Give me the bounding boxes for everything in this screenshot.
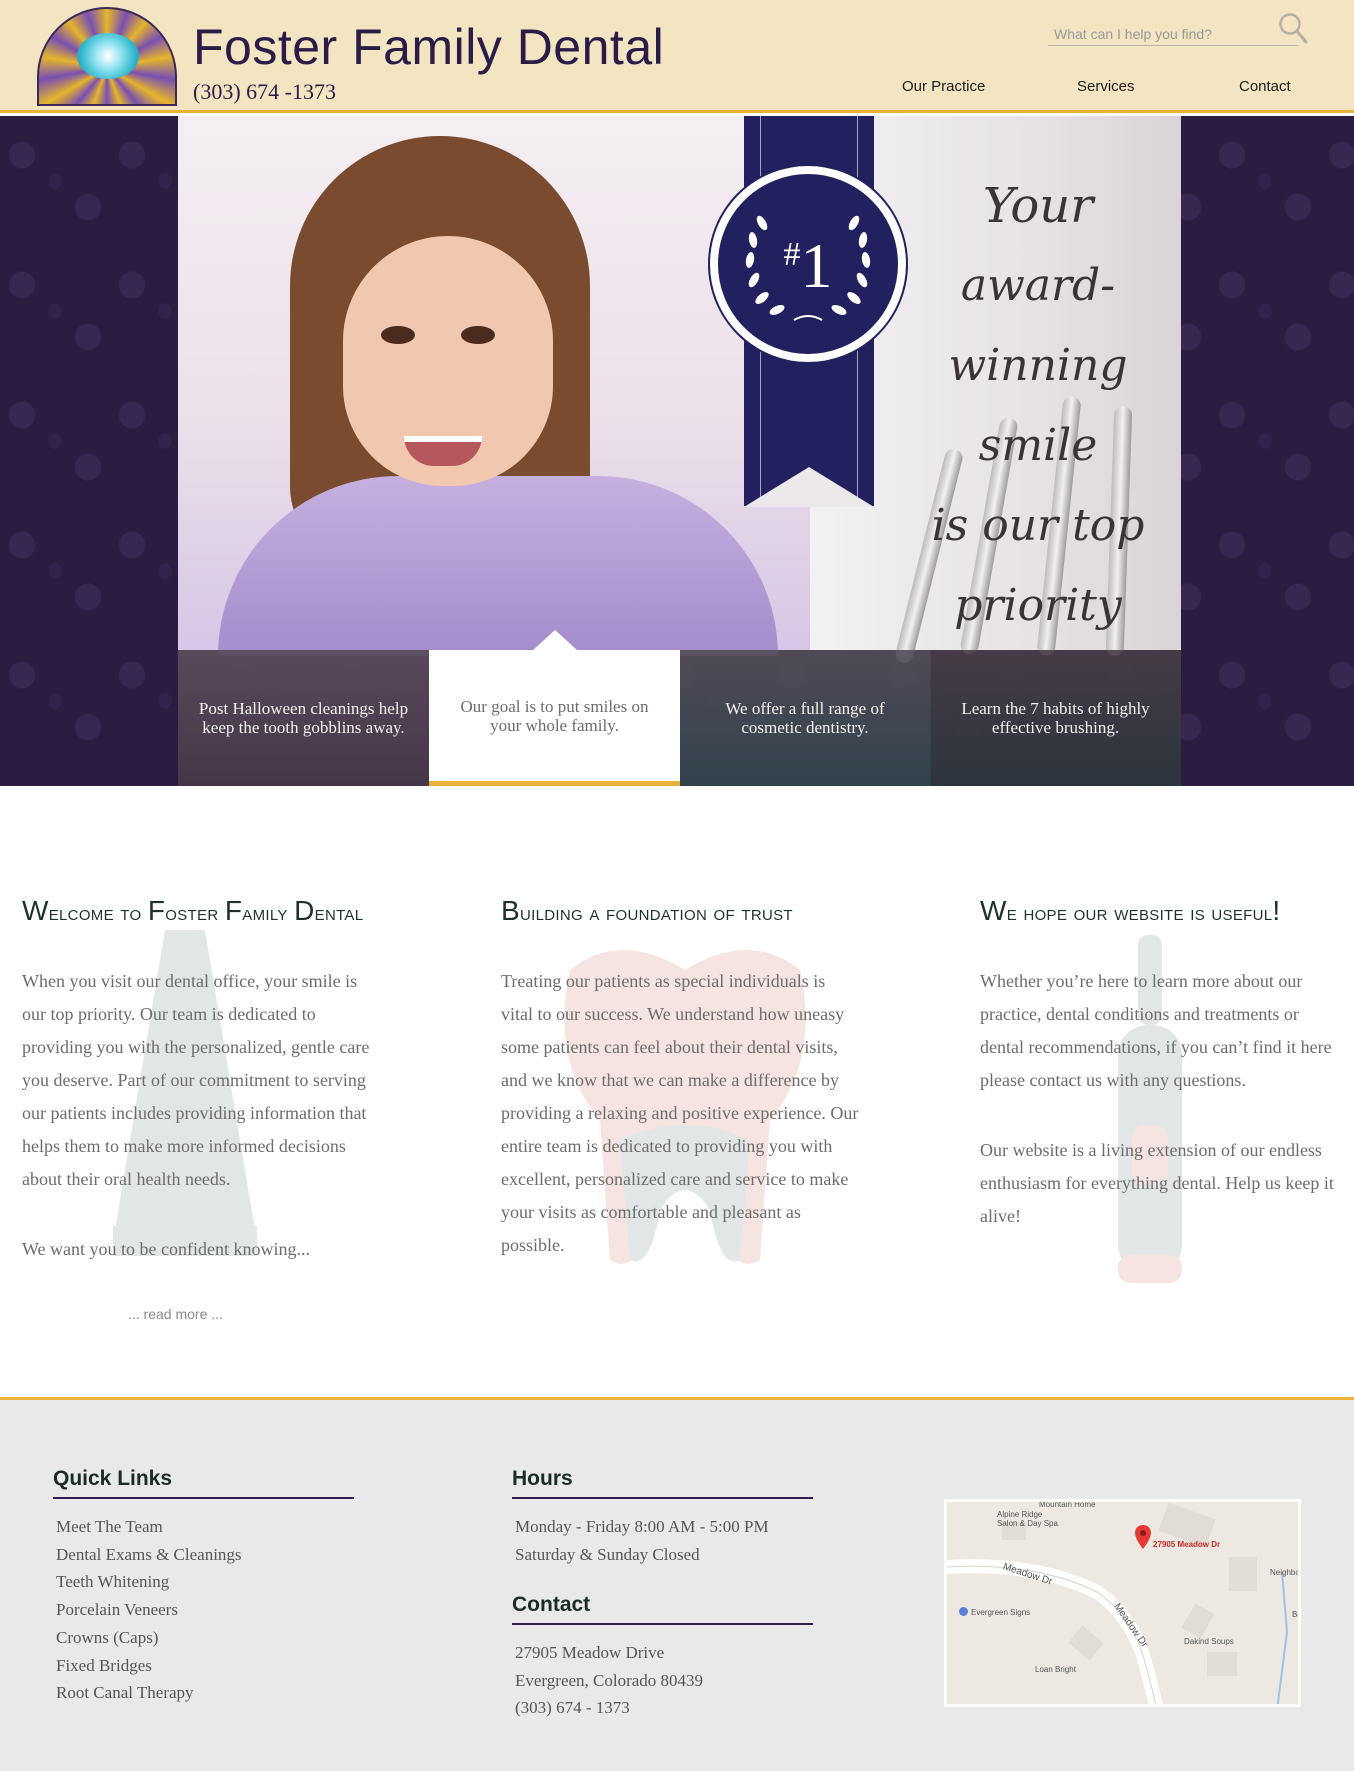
map-label: Dakind Soups [1184, 1637, 1234, 1646]
tagline-line: priority [954, 580, 1122, 631]
slider-tab-halloween[interactable]: Post Halloween cleanings help keep the t… [178, 650, 429, 786]
award-number: #1 [783, 230, 833, 301]
quick-link-meet-team[interactable]: Meet The Team [56, 1517, 163, 1536]
quick-link-crowns[interactable]: Crowns (Caps) [56, 1628, 158, 1647]
hours-weekday: Monday - Friday 8:00 AM - 5:00 PM [515, 1517, 769, 1536]
search-icon[interactable] [1278, 12, 1308, 46]
map-label: Evergreen Signs [959, 1607, 1030, 1617]
tagline-line: award-winning [948, 260, 1128, 391]
right-eye [461, 326, 495, 344]
trust-paragraph: Treating our patients as special individ… [501, 971, 859, 1255]
read-more-link[interactable]: ... read more ... [128, 1306, 223, 1322]
search-bar [1048, 18, 1298, 46]
slider-tabs: Post Halloween cleanings help keep the t… [178, 630, 1181, 786]
hours-divider [512, 1497, 813, 1499]
hero-section: #1 Your award-winning smile is our top p… [0, 116, 1354, 786]
tagline-line: smile [978, 420, 1098, 471]
hours-heading: Hours [512, 1467, 573, 1490]
header-phone[interactable]: (303) 674 -1373 [193, 79, 336, 105]
logo[interactable] [37, 7, 177, 106]
hero-slider: #1 Your award-winning smile is our top p… [178, 116, 1181, 786]
map-label: Loan Bright [1035, 1665, 1076, 1674]
quick-links-heading: Quick Links [53, 1467, 173, 1490]
site-title[interactable]: Foster Family Dental [193, 18, 664, 76]
website-heading: We hope our website is useful! [980, 895, 1281, 926]
award-medal: #1 [710, 166, 906, 362]
hero-photo-girl [178, 116, 810, 656]
quick-link-porcelain-veneers[interactable]: Porcelain Veneers [56, 1600, 178, 1619]
site-header: Foster Family Dental (303) 674 -1373 Our… [0, 0, 1354, 113]
hours-weekend: Saturday & Sunday Closed [515, 1544, 700, 1564]
map-pin-icon [1135, 1525, 1151, 1549]
nav-contact[interactable]: Contact [1239, 78, 1291, 95]
slider-tab-brushing[interactable]: Learn the 7 habits of highly effective b… [930, 650, 1181, 786]
quick-link-root-canal[interactable]: Root Canal Therapy [56, 1683, 194, 1702]
quick-links-divider [53, 1497, 354, 1499]
map-label-address: 27905 Meadow Dr [1153, 1540, 1221, 1549]
map-label: Alpine Ridge [997, 1510, 1043, 1519]
search-input[interactable] [1054, 24, 1254, 44]
trust-heading: Building a foundation of trust [501, 895, 793, 926]
website-paragraph-1: Whether you’re here to learn more about … [980, 971, 1332, 1090]
hours-list: Monday - Friday 8:00 AM - 5:00 PM Saturd… [515, 1513, 769, 1568]
contact-divider [512, 1623, 813, 1625]
contact-heading: Contact [512, 1593, 591, 1616]
map-roads [947, 1502, 1289, 1704]
left-eye [381, 326, 415, 344]
map-label: Mountain Home [1039, 1500, 1096, 1509]
website-paragraph-2: Our website is a living extension of our… [980, 1140, 1334, 1226]
contact-list: 27905 Meadow Drive Evergreen, Colorado 8… [515, 1639, 703, 1722]
nav-services[interactable]: Services [1077, 78, 1135, 95]
map-label: Neighbo [1270, 1568, 1300, 1577]
quick-link-exams-cleanings[interactable]: Dental Exams & Cleanings [56, 1545, 242, 1564]
logo-sun-center [77, 33, 139, 79]
dental-bib [218, 476, 778, 656]
slider-tab-goal-active[interactable]: Our goal is to put smiles on your whole … [429, 630, 680, 786]
map-label: Salon & Day Spa [997, 1519, 1058, 1528]
quick-link-fixed-bridges[interactable]: Fixed Bridges [56, 1656, 152, 1675]
welcome-column: Welcome to Foster Family Dental When you… [22, 895, 432, 1266]
welcome-paragraph: When you visit our dental office, your s… [22, 971, 370, 1189]
welcome-heading: Welcome to Foster Family Dental [22, 895, 364, 926]
welcome-teaser: We want you to be confident knowing... [22, 1239, 310, 1259]
nav-our-practice[interactable]: Our Practice [902, 78, 985, 95]
website-column: We hope our website is useful! Whether y… [980, 895, 1354, 1233]
contact-phone[interactable]: (303) 674 - 1373 [515, 1694, 703, 1722]
location-map[interactable]: Mountain Home Alpine Ridge Salon & Day S… [944, 1499, 1301, 1707]
contact-city: Evergreen, Colorado 80439 [515, 1670, 704, 1690]
tagline-line: Your [982, 178, 1094, 234]
slider-tab-cosmetic[interactable]: We offer a full range of cosmetic dentis… [680, 650, 931, 786]
quick-link-teeth-whitening[interactable]: Teeth Whitening [56, 1572, 169, 1591]
contact-street: 27905 Meadow Drive [515, 1643, 665, 1662]
quick-links-list: Meet The Team Dental Exams & Cleanings T… [56, 1513, 242, 1707]
tagline-line: is our top [931, 500, 1145, 551]
map-label: Be [1292, 1610, 1301, 1619]
trust-column: Building a foundation of trust Treating … [501, 895, 911, 1262]
hero-tagline: Your award-winning smile is our top prio… [893, 166, 1181, 646]
